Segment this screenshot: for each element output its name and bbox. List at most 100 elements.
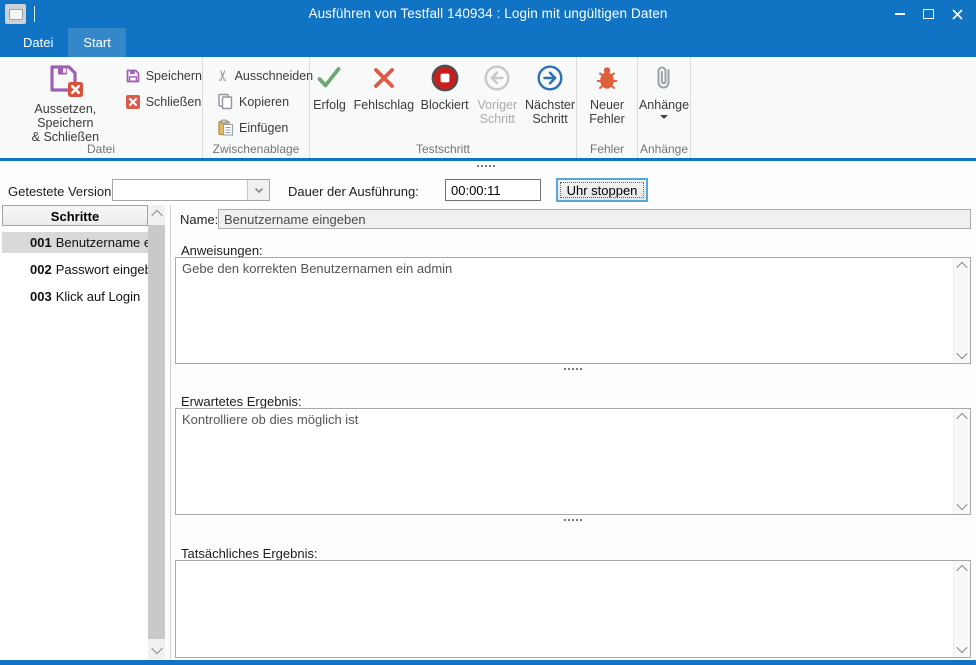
instructions-label: Anweisungen:	[181, 243, 263, 258]
paste-label: Einfügen	[239, 121, 288, 135]
floppy-x-badge-icon	[45, 62, 85, 100]
blocked-label: Blockiert	[421, 98, 469, 112]
close-file-label: Schließen	[146, 95, 202, 109]
paperclip-icon	[651, 63, 677, 93]
chevron-down-icon	[956, 348, 967, 359]
group-label-testschritt: Testschritt	[310, 142, 576, 156]
chevron-up-icon	[956, 413, 967, 424]
x-mark-icon	[370, 64, 398, 92]
splitter-grip-middle[interactable]	[564, 368, 582, 370]
group-label-fehler: Fehler	[577, 142, 637, 156]
steps-panel: Schritte 001Benutzername eingeben 002Pas…	[2, 205, 165, 659]
titlebar: Ausführen von Testfall 140934 : Login mi…	[0, 0, 976, 28]
ribbon-tab-row: Datei Start	[0, 28, 976, 57]
tab-datei[interactable]: Datei	[8, 28, 68, 57]
steps-header: Schritte	[2, 205, 148, 226]
copy-button[interactable]: Kopieren	[217, 92, 309, 111]
group-label-datei: Datei	[0, 142, 202, 156]
minimize-icon	[895, 13, 905, 15]
chevron-down-icon	[254, 187, 264, 194]
tested-version-combobox[interactable]	[112, 179, 270, 201]
actual-result-textarea[interactable]	[175, 560, 971, 658]
expected-result-text[interactable]: Kontrolliere ob dies möglich ist	[176, 409, 953, 514]
instructions-textarea[interactable]: Gebe den korrekten Benutzernamen ein adm…	[175, 257, 971, 364]
red-x-square-icon	[125, 94, 141, 110]
chevron-up-icon	[956, 262, 967, 273]
scissors-icon: ✂	[216, 69, 231, 82]
step-item-003[interactable]: 003Klick auf Login	[2, 286, 148, 307]
fail-label: Fehlschlag	[354, 98, 414, 112]
splitter-grip-top[interactable]	[477, 165, 495, 167]
cut-button[interactable]: ✂ Ausschneiden	[217, 66, 309, 85]
chevron-up-icon	[956, 565, 967, 576]
stop-circle-icon	[430, 63, 460, 93]
stop-clock-label: Uhr stoppen	[567, 183, 638, 198]
attachments-label: Anhänge	[639, 98, 689, 112]
vertical-scrollbar[interactable]	[953, 561, 970, 657]
ribbon-group-anhaenge: Anhänge Anhänge	[638, 57, 691, 158]
duration-input[interactable]	[445, 179, 541, 201]
window-controls	[885, 0, 972, 28]
arrow-left-circle-icon	[483, 64, 511, 92]
scroll-up-button[interactable]	[148, 205, 165, 223]
cut-label: Ausschneiden	[235, 69, 314, 83]
ribbon-group-fehler: Neuer Fehler Fehler	[577, 57, 638, 158]
group-label-zwischenablage: Zwischenablage	[203, 142, 309, 156]
expected-result-textarea[interactable]: Kontrolliere ob dies möglich ist	[175, 408, 971, 515]
save-button[interactable]: Speichern	[125, 66, 202, 85]
chevron-down-icon	[151, 643, 162, 654]
ribbon-accent-line	[0, 158, 976, 161]
ribbon-filler	[691, 57, 976, 158]
maximize-button[interactable]	[914, 0, 943, 28]
ribbon-group-datei: Aussetzen, Speichern & Schließen Speiche…	[0, 57, 203, 158]
minimize-button[interactable]	[885, 0, 914, 28]
window-title: Ausführen von Testfall 140934 : Login mi…	[0, 0, 976, 28]
previous-step-label: Voriger Schritt	[475, 98, 520, 126]
copy-label: Kopieren	[239, 95, 289, 109]
paste-clipboard-icon	[217, 119, 234, 136]
name-input[interactable]	[218, 209, 971, 229]
window-bottom-border	[0, 660, 976, 665]
step-item-001[interactable]: 001Benutzername eingeben	[2, 232, 148, 253]
scrollbar-thumb[interactable]	[148, 225, 165, 639]
step-item-002[interactable]: 002Passwort eingeben	[2, 259, 148, 280]
tab-start[interactable]: Start	[68, 28, 125, 57]
ribbon-group-testschritt: Erfolg Fehlschlag Blockiert	[310, 57, 577, 158]
chevron-up-icon	[151, 210, 162, 221]
arrow-right-circle-icon	[536, 64, 564, 92]
new-error-label: Neuer Fehler	[581, 98, 633, 126]
chevron-down-icon	[956, 499, 967, 510]
paste-button[interactable]: Einfügen	[217, 118, 309, 137]
pass-label: Erfolg	[313, 98, 346, 112]
next-step-label: Nächster Schritt	[524, 98, 576, 126]
chevron-down-icon	[956, 642, 967, 653]
name-label: Name:	[180, 212, 218, 227]
attachments-dropdown-icon[interactable]	[660, 115, 668, 119]
ribbon: Aussetzen, Speichern & Schließen Speiche…	[0, 57, 976, 158]
panel-splitter[interactable]	[170, 205, 171, 659]
close-file-button[interactable]: Schließen	[125, 92, 202, 111]
tested-version-input[interactable]	[113, 180, 255, 200]
vertical-scrollbar[interactable]	[953, 258, 970, 363]
save-label: Speichern	[146, 69, 202, 83]
tested-version-label: Getestete Version:	[8, 184, 115, 199]
copy-icon	[217, 93, 234, 110]
app-window: Ausführen von Testfall 140934 : Login mi…	[0, 0, 976, 665]
bug-icon	[593, 64, 621, 92]
steps-scrollbar[interactable]	[148, 205, 165, 659]
vertical-scrollbar[interactable]	[953, 409, 970, 514]
instructions-text[interactable]: Gebe den korrekten Benutzernamen ein adm…	[176, 258, 953, 363]
close-icon	[952, 9, 963, 20]
stop-clock-button[interactable]: Uhr stoppen	[556, 178, 648, 202]
checkmark-icon	[315, 64, 343, 92]
combobox-dropdown-button[interactable]	[247, 180, 269, 200]
splitter-grip-bottom[interactable]	[564, 519, 582, 521]
maximize-icon	[923, 9, 934, 19]
scroll-down-button[interactable]	[148, 641, 165, 659]
ribbon-group-zwischenablage: ✂ Ausschneiden Kopieren Einfügen	[203, 57, 310, 158]
group-label-anhaenge: Anhänge	[638, 142, 690, 156]
actual-result-text[interactable]	[176, 561, 953, 657]
floppy-disk-icon	[125, 68, 141, 84]
close-button[interactable]	[943, 0, 972, 28]
expected-result-label: Erwartetes Ergebnis:	[181, 394, 302, 409]
